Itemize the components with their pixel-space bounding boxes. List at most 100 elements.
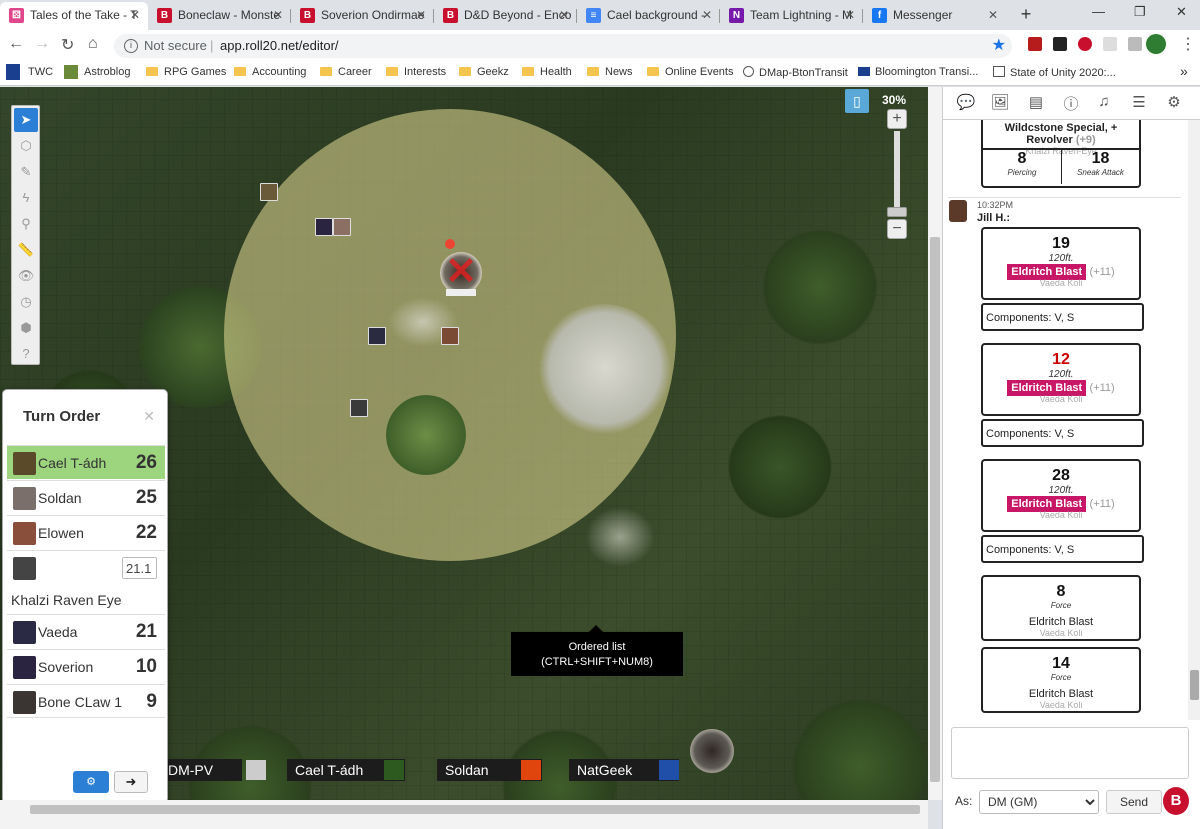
bookmark-geekz[interactable]: Geekz — [459, 66, 509, 78]
zoom-slider-track[interactable] — [894, 131, 900, 217]
gm-avatar-token[interactable] — [690, 729, 734, 773]
turn-row[interactable]: Cael T-ádh 26 — [7, 445, 165, 479]
bookmark-career[interactable]: Career — [320, 66, 372, 78]
bookmark-state-of-unity[interactable]: State of Unity 2020:... — [993, 66, 1116, 79]
url-text[interactable]: app.roll20.net/editor/ — [220, 38, 339, 53]
zoom-slider-thumb[interactable] — [887, 207, 907, 217]
bookmark-interests[interactable]: Interests — [386, 66, 446, 78]
apps-icon[interactable] — [6, 64, 20, 80]
boneclaw-token[interactable]: ✕ — [440, 252, 482, 296]
damage-value[interactable]: 18 — [1062, 150, 1139, 168]
roll-value[interactable]: 8 — [983, 583, 1139, 601]
fx-tool-icon[interactable]: ϟ — [14, 186, 38, 210]
turn-row[interactable]: Khalzi Raven Eye — [7, 550, 165, 614]
turn-initiative[interactable]: 10 — [136, 656, 157, 678]
ruler-tool-icon[interactable]: 📏 — [14, 238, 38, 262]
close-tab-icon[interactable]: ✕ — [845, 2, 855, 28]
bookmark-astroblog[interactable]: Astroblog — [84, 66, 130, 78]
help-icon[interactable]: ? — [14, 342, 38, 366]
minimize-icon[interactable]: — — [1092, 4, 1105, 19]
page-toolbar-icon[interactable]: ▯ — [845, 89, 869, 113]
restore-icon[interactable]: ❐ — [1134, 4, 1146, 20]
turn-initiative[interactable]: 25 — [136, 487, 157, 509]
close-tab-icon[interactable]: ✕ — [559, 2, 569, 28]
turn-initiative[interactable]: 21 — [136, 621, 157, 643]
turn-row[interactable]: Soverion 10 — [7, 649, 165, 683]
bookmark-twc[interactable]: TWC — [28, 66, 53, 78]
journal-tab-icon[interactable]: ▤ — [1025, 93, 1047, 113]
dndbeyond-extension-icon[interactable] — [1078, 37, 1092, 51]
pdf-extension-icon[interactable] — [1028, 37, 1042, 51]
bookmark-news[interactable]: News — [587, 66, 633, 78]
damage-value[interactable]: 8 — [983, 150, 1061, 168]
tab-roll20[interactable]: ⚄ Tales of the Take - T ✕ — [0, 2, 148, 30]
roll-value[interactable]: 28 — [983, 467, 1139, 485]
speaking-as-select[interactable]: DM (GM) — [979, 790, 1099, 814]
tab-team-lightning[interactable]: N Team Lightning - M ✕ — [720, 2, 863, 30]
extension-icon[interactable] — [1053, 37, 1067, 51]
scrollbar-thumb[interactable] — [30, 805, 920, 814]
initiative-input[interactable] — [122, 557, 157, 579]
bookmark-online-events[interactable]: Online Events — [647, 66, 733, 78]
roll-value[interactable]: 19 — [983, 235, 1139, 253]
bookmark-accounting[interactable]: Accounting — [234, 66, 306, 78]
turn-row[interactable]: Bone CLaw 1 9 — [7, 684, 165, 718]
select-tool-icon[interactable]: ➤ — [14, 108, 38, 132]
close-tab-icon[interactable]: ✕ — [130, 2, 140, 28]
settings-gear-icon[interactable]: ⚙ — [1163, 93, 1185, 113]
turn-row[interactable]: Elowen 22 — [7, 515, 165, 549]
tab-dndbeyond[interactable]: B D&D Beyond - Enco ✕ — [434, 2, 577, 30]
jukebox-tab-icon[interactable]: ♫ — [1093, 93, 1115, 113]
reload-icon[interactable]: ↻ — [61, 35, 74, 55]
dice-tool-icon[interactable]: ⬢ — [14, 316, 38, 340]
layers-tool-icon[interactable]: ⬡ — [14, 134, 38, 158]
new-tab-button[interactable]: + — [1016, 5, 1036, 25]
map-token[interactable] — [333, 218, 351, 236]
turn-order-settings-button[interactable]: ⚙ — [73, 771, 109, 793]
close-window-icon[interactable]: ✕ — [1176, 4, 1187, 20]
send-button[interactable]: Send — [1106, 790, 1162, 814]
bookmark-dmap[interactable]: DMap-BtonTransit — [743, 66, 848, 79]
map-token[interactable] — [368, 327, 386, 345]
bookmark-star-icon[interactable]: ★ — [992, 35, 1006, 55]
forward-arrow-icon[interactable]: → — [34, 35, 50, 53]
roll-value[interactable]: 14 — [983, 655, 1139, 673]
url-bar[interactable]: i Not secure | app.roll20.net/editor/ ★ — [114, 34, 1012, 58]
roll-value[interactable]: 12 — [983, 351, 1139, 369]
turn-initiative[interactable]: 9 — [146, 691, 157, 713]
close-tab-icon[interactable]: ✕ — [273, 2, 283, 28]
map-token[interactable] — [260, 183, 278, 201]
info-icon[interactable]: i — [124, 39, 138, 53]
chat-tab-icon[interactable]: 💬 — [955, 93, 977, 113]
more-bookmarks-icon[interactable]: » — [1180, 63, 1188, 79]
bookmark-rpg-games[interactable]: RPG Games — [146, 66, 226, 78]
tab-boneclaw[interactable]: B Boneclaw - Monste ✕ — [148, 2, 291, 30]
extension-icon[interactable] — [1103, 37, 1117, 51]
bookmark-health[interactable]: Health — [522, 66, 572, 78]
tab-messenger[interactable]: f Messenger ✕ — [863, 2, 1006, 30]
horizontal-scrollbar[interactable] — [0, 800, 928, 829]
tab-soverion[interactable]: B Soverion Ondirmae ✕ — [291, 2, 434, 30]
map-token[interactable] — [441, 327, 459, 345]
turn-initiative[interactable]: 26 — [136, 452, 157, 474]
draw-tool-icon[interactable]: ✎ — [14, 160, 38, 184]
profile-avatar[interactable] — [1146, 34, 1166, 54]
art-library-tab-icon[interactable]: 🖼 — [989, 93, 1011, 113]
scrollbar-thumb[interactable] — [1190, 670, 1199, 700]
home-icon[interactable]: ⌂ — [88, 35, 98, 53]
compendium-tab-icon[interactable]: ⓘ — [1060, 93, 1082, 113]
collection-tab-icon[interactable]: ☰ — [1128, 93, 1150, 113]
dndbeyond-logo-icon[interactable]: B — [1163, 787, 1189, 815]
chat-scrollbar[interactable] — [1188, 120, 1200, 720]
extension-icon[interactable] — [1128, 37, 1142, 51]
map-token[interactable] — [315, 218, 333, 236]
fog-tool-icon[interactable]: 👁 — [14, 264, 38, 288]
next-turn-button[interactable]: ➜ — [114, 771, 148, 793]
menu-kebab-icon[interactable]: ⋮ — [1180, 34, 1196, 54]
close-tab-icon[interactable]: ✕ — [988, 2, 998, 28]
close-tab-icon[interactable]: ✕ — [702, 2, 712, 28]
bookmark-bloomington[interactable]: Bloomington Transi... — [858, 66, 978, 78]
zoom-in-button[interactable]: + — [887, 109, 907, 129]
turn-row[interactable]: Vaeda 21 — [7, 614, 165, 648]
zoom-out-button[interactable]: − — [887, 219, 907, 239]
